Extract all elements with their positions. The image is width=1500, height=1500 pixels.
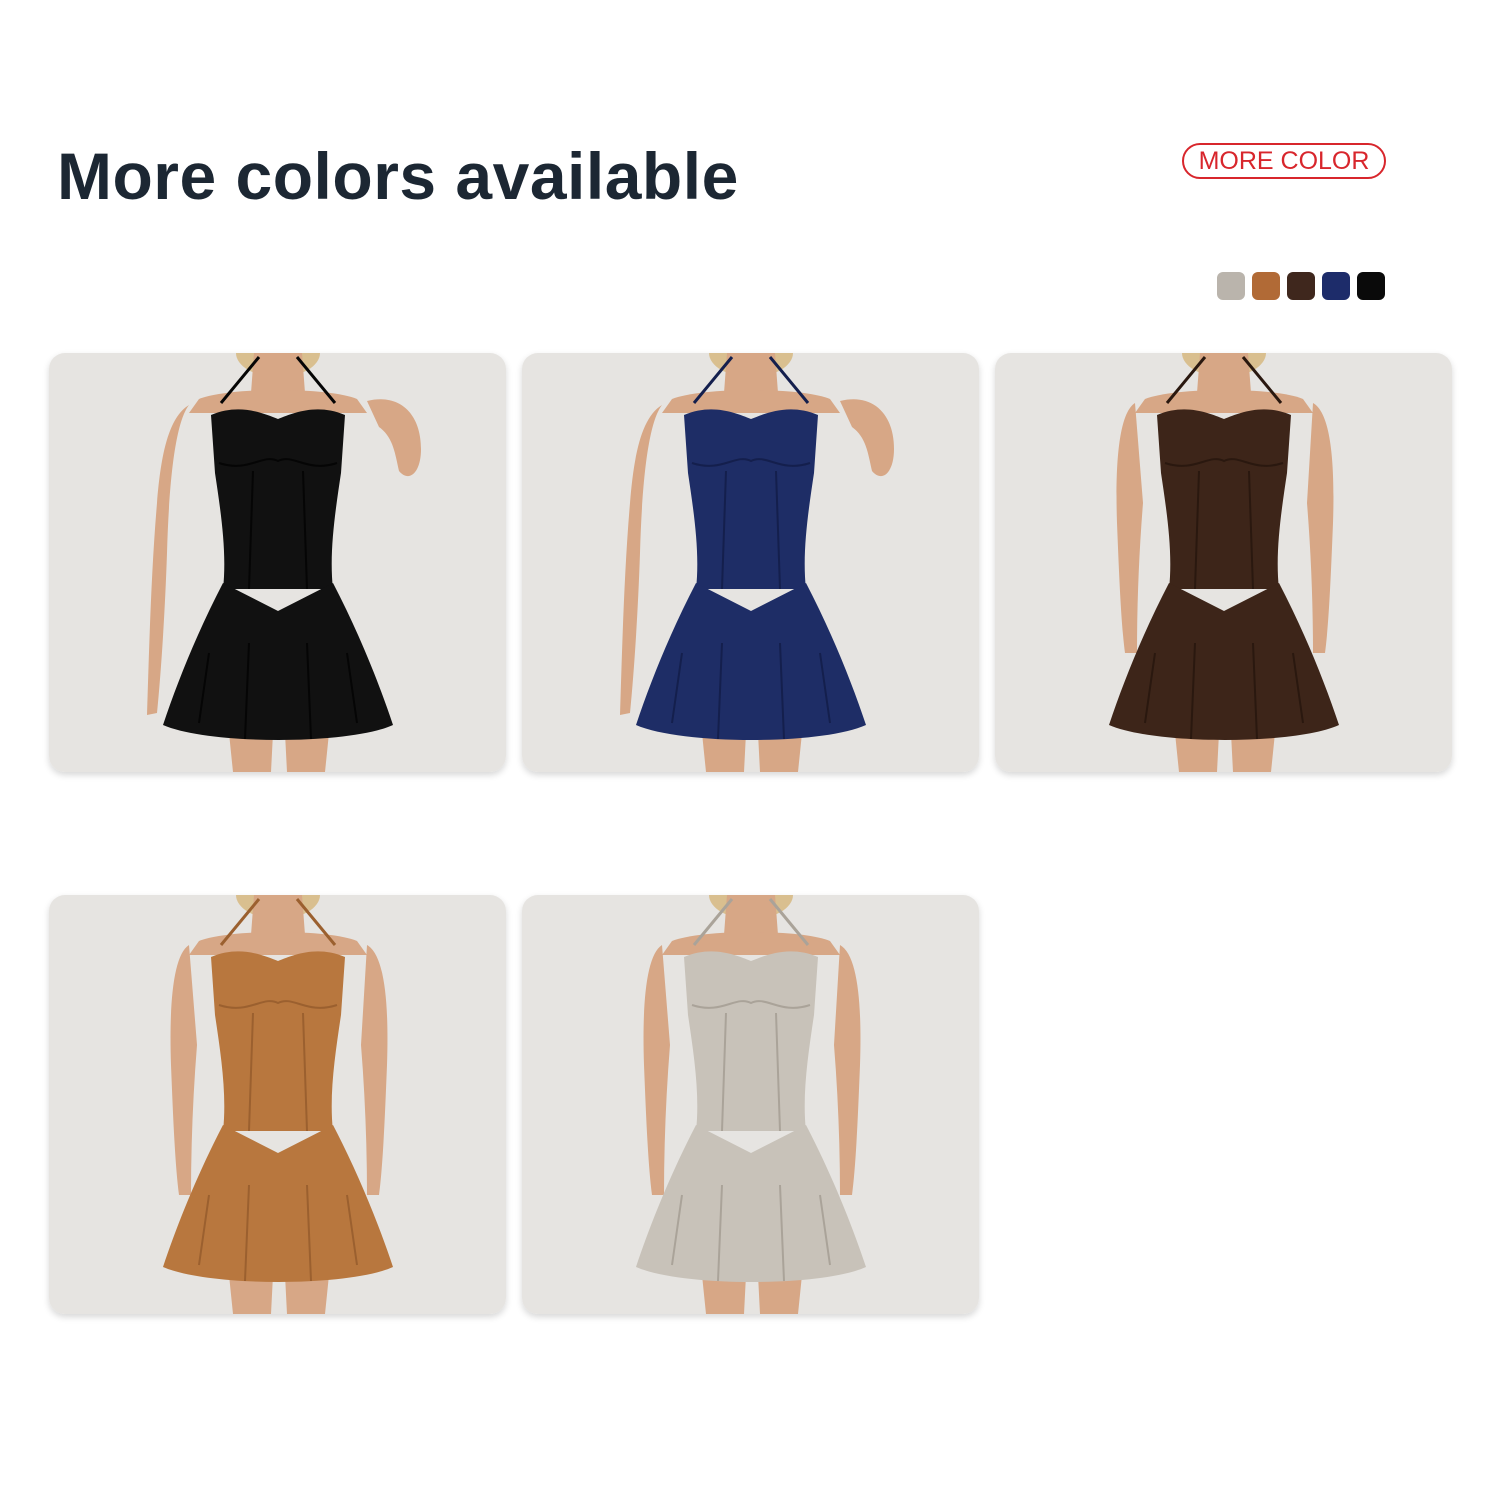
- dress-bodice: [211, 409, 345, 589]
- product-photo: [49, 353, 506, 772]
- color-swatch[interactable]: [1252, 272, 1280, 300]
- dress-bodice: [211, 951, 345, 1131]
- product-card[interactable]: [522, 895, 979, 1314]
- color-swatch[interactable]: [1217, 272, 1245, 300]
- product-card[interactable]: [49, 353, 506, 772]
- color-swatch[interactable]: [1287, 272, 1315, 300]
- product-card[interactable]: [995, 353, 1452, 772]
- product-photo: [995, 353, 1452, 772]
- dress-bodice: [684, 409, 818, 589]
- page-title: More colors available: [57, 139, 739, 213]
- more-color-button[interactable]: MORE COLOR: [1182, 143, 1386, 179]
- color-swatch-list: [1217, 272, 1385, 300]
- product-photo: [522, 895, 979, 1314]
- color-swatch[interactable]: [1357, 272, 1385, 300]
- dress-bodice: [684, 951, 818, 1131]
- product-photo: [49, 895, 506, 1314]
- dress-bodice: [1157, 409, 1291, 589]
- product-photo: [522, 353, 979, 772]
- product-card[interactable]: [522, 353, 979, 772]
- color-swatch[interactable]: [1322, 272, 1350, 300]
- product-card[interactable]: [49, 895, 506, 1314]
